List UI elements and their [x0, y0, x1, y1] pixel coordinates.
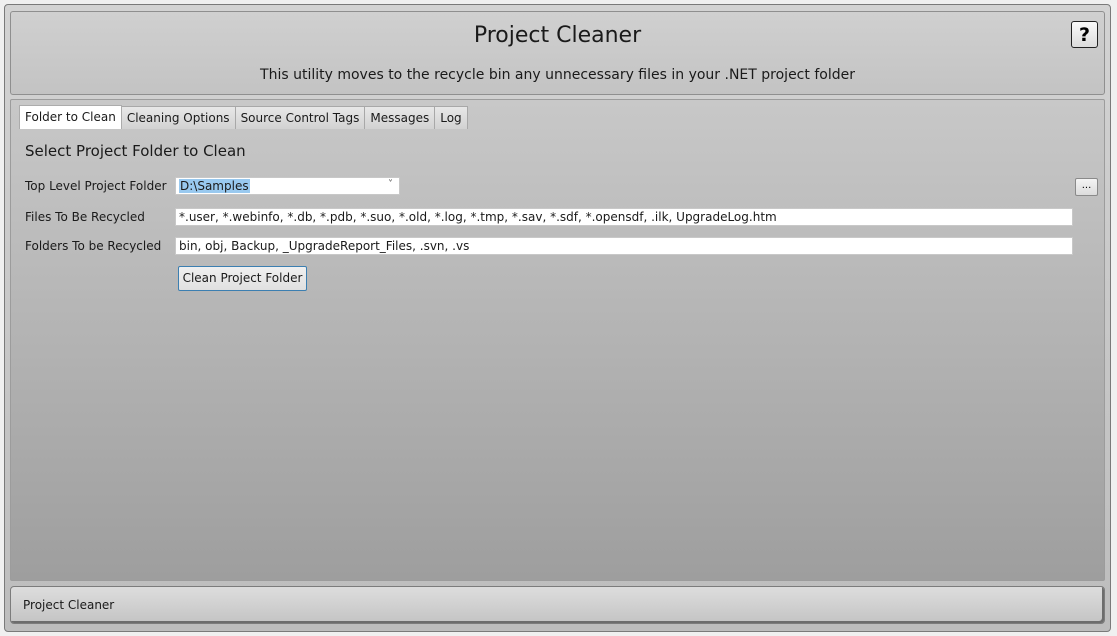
app-window: Project Cleaner This utility moves to th… — [4, 4, 1111, 632]
browse-button[interactable]: ... — [1075, 178, 1098, 196]
top-level-folder-combo[interactable]: D:\Samples ˅ — [175, 177, 400, 195]
chevron-down-icon: ˅ — [388, 179, 393, 190]
app-subtitle: This utility moves to the recycle bin an… — [260, 67, 855, 83]
clean-project-folder-button[interactable]: Clean Project Folder — [178, 266, 307, 291]
help-button[interactable]: ? — [1071, 21, 1098, 48]
folders-to-recycle-label: Folders To be Recycled — [25, 239, 162, 253]
status-bar: Project Cleaner — [10, 586, 1105, 624]
header-panel: Project Cleaner This utility moves to th… — [10, 11, 1105, 95]
files-to-recycle-label: Files To Be Recycled — [25, 210, 145, 224]
folders-to-recycle-field[interactable]: bin, obj, Backup, _UpgradeReport_Files, … — [175, 237, 1073, 255]
files-to-recycle-field[interactable]: *.user, *.webinfo, *.db, *.pdb, *.suo, *… — [175, 208, 1073, 226]
top-level-folder-value: D:\Samples — [179, 179, 250, 193]
tab-content-panel: Folder to Clean Cleaning Options Source … — [10, 99, 1105, 581]
tab-folder-to-clean[interactable]: Folder to Clean — [19, 105, 122, 129]
tab-messages[interactable]: Messages — [364, 106, 436, 129]
tab-strip: Folder to Clean Cleaning Options Source … — [19, 105, 468, 129]
top-level-folder-label: Top Level Project Folder — [25, 179, 167, 193]
section-heading: Select Project Folder to Clean — [25, 142, 246, 160]
tab-log[interactable]: Log — [434, 106, 468, 129]
app-title: Project Cleaner — [473, 23, 642, 48]
tab-source-control-tags[interactable]: Source Control Tags — [234, 106, 366, 129]
status-text: Project Cleaner — [23, 598, 115, 612]
tab-cleaning-options[interactable]: Cleaning Options — [120, 106, 236, 129]
